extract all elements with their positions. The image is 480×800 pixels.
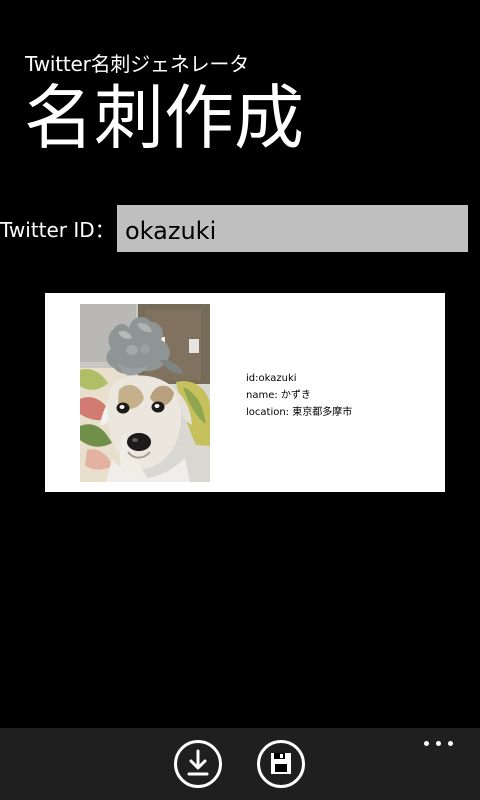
business-card-preview: id:okazuki name: かずき location: 東京都多摩市 bbox=[45, 293, 445, 492]
page-title: 名刺作成 bbox=[24, 77, 304, 159]
card-id-text: id:okazuki bbox=[246, 373, 297, 384]
card-name-text: name: かずき bbox=[246, 390, 311, 401]
application-bar bbox=[0, 728, 480, 800]
profile-photo-image bbox=[80, 304, 210, 482]
profile-photo bbox=[80, 304, 210, 482]
download-icon bbox=[187, 749, 209, 776]
card-location-text: location: 東京都多摩市 bbox=[246, 407, 353, 418]
twitter-id-row: Twitter ID： okazuki bbox=[0, 205, 480, 253]
save-button[interactable] bbox=[257, 740, 305, 788]
app-title: Twitter名刺ジェネレータ bbox=[25, 52, 250, 76]
business-card-info: id:okazuki name: かずき location: 東京都多摩市 bbox=[246, 370, 352, 421]
more-options-button[interactable] bbox=[422, 732, 460, 760]
twitter-id-label: Twitter ID： bbox=[0, 218, 115, 242]
business-card-generator-screen: Twitter名刺ジェネレータ 名刺作成 Twitter ID： okazuki bbox=[0, 0, 480, 800]
ellipsis-icon bbox=[424, 741, 429, 746]
ellipsis-icon bbox=[448, 741, 453, 746]
ellipsis-icon bbox=[436, 741, 441, 746]
floppy-disk-icon bbox=[271, 753, 291, 774]
download-button[interactable] bbox=[174, 740, 222, 788]
twitter-id-input[interactable]: okazuki bbox=[117, 205, 468, 252]
